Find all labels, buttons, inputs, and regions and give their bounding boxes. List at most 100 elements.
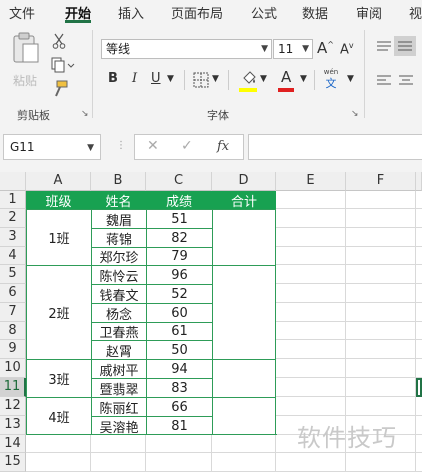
copy-icon[interactable] xyxy=(51,57,75,73)
row-header-11[interactable]: 11 xyxy=(0,378,26,397)
total-cell[interactable] xyxy=(212,209,276,265)
tab-view[interactable]: 视 xyxy=(409,3,422,22)
name-cell[interactable]: 陈丽红 xyxy=(91,397,146,417)
name-cell[interactable]: 卫春燕 xyxy=(91,322,146,341)
name-cell[interactable]: 暨翡翠 xyxy=(91,378,146,398)
cancel-icon[interactable]: ✕ xyxy=(147,138,159,154)
score-cell[interactable]: 52 xyxy=(146,284,212,303)
align-middle-button[interactable] xyxy=(394,36,416,56)
font-color-dropdown-icon[interactable]: ▼ xyxy=(300,74,307,84)
tab-formulas[interactable]: 公式 xyxy=(251,3,277,22)
tab-data[interactable]: 数据 xyxy=(302,3,328,22)
class-cell[interactable]: 3班 xyxy=(26,359,91,397)
score-cell[interactable]: 83 xyxy=(146,378,212,397)
font-launcher-icon[interactable]: ↘ xyxy=(351,109,359,119)
column-header-c[interactable]: C xyxy=(146,172,212,191)
class-cell[interactable]: 1班 xyxy=(26,209,91,265)
row-header-6[interactable]: 6 xyxy=(0,284,26,303)
score-cell[interactable]: 94 xyxy=(146,359,212,378)
score-cell[interactable]: 50 xyxy=(146,340,212,359)
total-cell[interactable] xyxy=(212,397,276,435)
score-cell[interactable]: 81 xyxy=(146,416,212,435)
align-center-icon[interactable] xyxy=(398,74,414,88)
row-header-8[interactable]: 8 xyxy=(0,322,26,340)
font-name-dropdown[interactable]: 等线 ▼ xyxy=(101,39,272,59)
score-cell[interactable]: 66 xyxy=(146,397,212,416)
enter-icon[interactable]: ✓ xyxy=(181,138,193,154)
align-top-icon[interactable] xyxy=(376,40,392,54)
class-cell[interactable]: 2班 xyxy=(26,265,91,359)
tab-insert[interactable]: 插入 xyxy=(118,3,144,22)
score-cell[interactable]: 60 xyxy=(146,303,212,322)
align-left-icon[interactable] xyxy=(376,74,392,88)
column-header-f[interactable]: F xyxy=(346,172,416,191)
name-cell[interactable]: 杨念 xyxy=(91,303,146,323)
column-header-d[interactable]: D xyxy=(212,172,276,191)
row-header-14[interactable]: 14 xyxy=(0,435,26,453)
total-cell[interactable] xyxy=(212,265,276,359)
format-painter-icon[interactable] xyxy=(51,80,69,98)
row-header-3[interactable]: 3 xyxy=(0,228,26,247)
scissors-icon[interactable] xyxy=(52,33,66,49)
insert-function-button[interactable]: fx xyxy=(217,139,229,154)
name-cell[interactable]: 赵霄 xyxy=(91,340,146,360)
underline-dropdown-icon[interactable]: ▼ xyxy=(167,74,174,84)
score-cell[interactable]: 51 xyxy=(146,209,212,228)
class-cell[interactable]: 4班 xyxy=(26,397,91,435)
name-cell[interactable]: 郑尔珍 xyxy=(91,247,146,266)
select-all-corner[interactable] xyxy=(0,172,26,191)
paste-button[interactable]: 粘贴 xyxy=(8,32,44,92)
score-cell[interactable]: 61 xyxy=(146,322,212,340)
row-header-4[interactable]: 4 xyxy=(0,247,26,265)
borders-icon[interactable] xyxy=(193,72,209,88)
selected-cell-g11[interactable] xyxy=(416,378,422,397)
tab-file[interactable]: 文件 xyxy=(9,3,35,22)
row-header-10[interactable]: 10 xyxy=(0,359,26,378)
name-cell[interactable]: 蒋锦 xyxy=(91,228,146,248)
clipboard-launcher-icon[interactable]: ↘ xyxy=(81,109,89,119)
header-cell-total[interactable]: 合计 xyxy=(212,191,276,210)
shrink-font-button[interactable]: Av xyxy=(340,41,354,57)
borders-dropdown-icon[interactable]: ▼ xyxy=(212,74,219,84)
italic-button[interactable]: I xyxy=(132,71,137,86)
underline-button[interactable]: U xyxy=(151,71,161,86)
font-color-button[interactable]: A xyxy=(281,68,291,86)
header-cell-score[interactable]: 成绩 xyxy=(146,191,212,210)
total-cell[interactable] xyxy=(212,359,276,397)
row-header-7[interactable]: 7 xyxy=(0,303,26,322)
phonetic-button[interactable]: wén 文 xyxy=(320,68,342,92)
name-cell[interactable]: 钱春文 xyxy=(91,284,146,304)
phonetic-dropdown-icon[interactable]: ▼ xyxy=(347,74,354,84)
fill-color-icon[interactable] xyxy=(240,69,258,89)
row-header-9[interactable]: 9 xyxy=(0,340,26,359)
score-cell[interactable]: 82 xyxy=(146,228,212,247)
name-cell[interactable]: 陈怜云 xyxy=(91,265,146,285)
name-box[interactable]: G11 ▼ xyxy=(3,134,101,160)
separator xyxy=(228,70,229,90)
header-cell-name[interactable]: 姓名 xyxy=(91,191,146,210)
row-header-12[interactable]: 12 xyxy=(0,397,26,416)
formula-input[interactable] xyxy=(248,134,422,160)
score-cell[interactable]: 79 xyxy=(146,247,212,265)
tab-page-layout[interactable]: 页面布局 xyxy=(171,3,223,22)
grow-font-button[interactable]: A^ xyxy=(317,39,334,57)
tab-review[interactable]: 审阅 xyxy=(356,3,382,22)
score-cell[interactable]: 96 xyxy=(146,265,212,284)
row-header-1[interactable]: 1 xyxy=(0,191,26,209)
column-header-partial[interactable] xyxy=(416,172,422,191)
column-header-e[interactable]: E xyxy=(276,172,346,191)
fill-color-dropdown-icon[interactable]: ▼ xyxy=(260,74,267,84)
font-size-dropdown[interactable]: 11 ▼ xyxy=(273,39,313,59)
name-cell[interactable]: 魏眉 xyxy=(91,209,146,229)
row-header-13[interactable]: 13 xyxy=(0,416,26,435)
row-header-5[interactable]: 5 xyxy=(0,265,26,284)
header-cell-class[interactable]: 班级 xyxy=(26,191,91,210)
name-cell[interactable]: 吴溶艳 xyxy=(91,416,146,436)
column-header-a[interactable]: A xyxy=(26,172,91,191)
row-header-2[interactable]: 2 xyxy=(0,209,26,228)
name-cell[interactable]: 戚树平 xyxy=(91,359,146,379)
column-header-b[interactable]: B xyxy=(91,172,146,191)
row-header-15[interactable]: 15 xyxy=(0,453,26,472)
resize-handle-icon[interactable]: ⋮ xyxy=(116,140,126,151)
bold-button[interactable]: B xyxy=(108,71,118,86)
